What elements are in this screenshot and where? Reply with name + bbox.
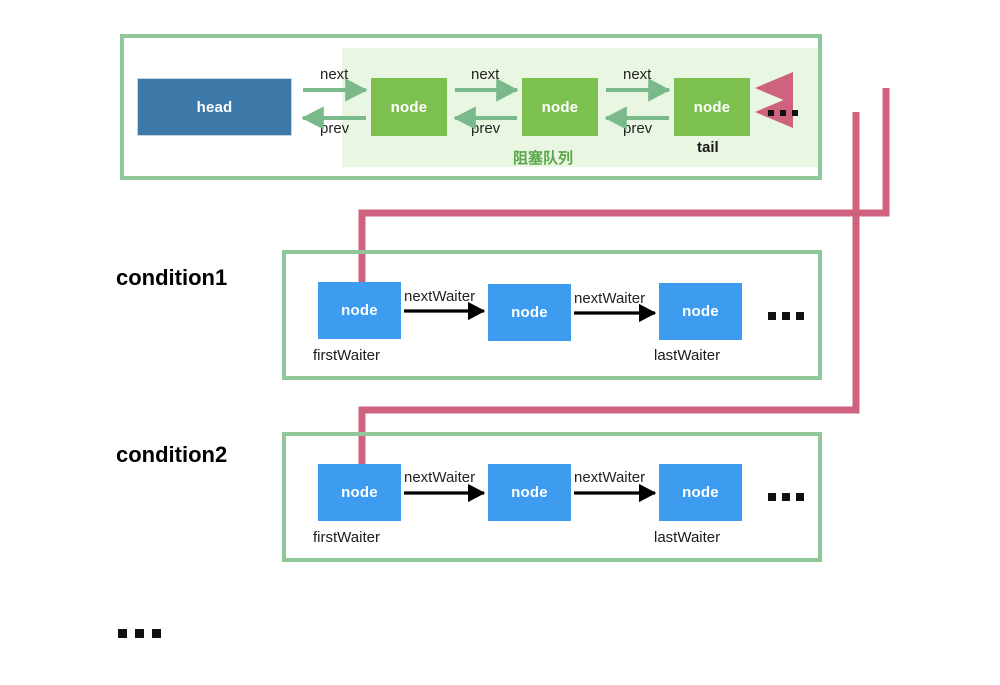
sync-queue-ellipsis <box>768 110 798 116</box>
condition1-next-waiter-arrows <box>404 301 657 323</box>
pink-arrowheads <box>755 72 793 128</box>
arrows-layer <box>301 72 793 503</box>
condition2-ellipsis <box>768 493 804 501</box>
condition1-ellipsis <box>768 312 804 320</box>
more-conditions-ellipsis <box>118 629 161 638</box>
diagram-canvas: head node node node tail 阻塞队列 next prev … <box>0 0 1000 685</box>
